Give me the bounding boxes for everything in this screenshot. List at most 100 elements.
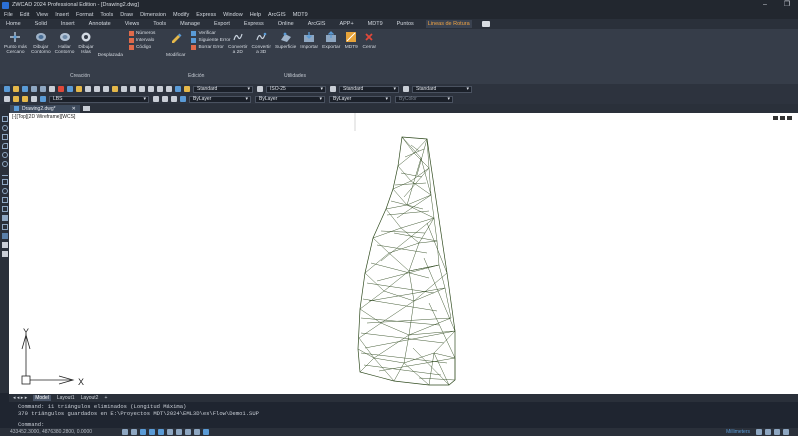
- spline-tool-icon[interactable]: [1, 170, 8, 176]
- superficie-button[interactable]: Superficie: [275, 31, 296, 55]
- mdt9-button[interactable]: MDT9: [344, 31, 358, 55]
- preview-icon[interactable]: [49, 86, 55, 92]
- layer-match-icon[interactable]: [171, 96, 177, 102]
- verificar-button[interactable]: Verificar: [191, 31, 230, 36]
- layout-nav-icon[interactable]: ◂ ◂ ▸ ▸: [13, 395, 27, 401]
- tab-annotate[interactable]: Annotate: [87, 20, 113, 28]
- layer-manager-icon[interactable]: [4, 96, 10, 102]
- tab-insert[interactable]: Insert: [59, 20, 77, 28]
- mleader-style-select[interactable]: Standard ▾: [412, 85, 472, 93]
- viewport-label[interactable]: [-][Top][2D Wireframe][WCS]: [12, 114, 75, 120]
- ribbon-toggle-icon[interactable]: [481, 21, 490, 27]
- copy-icon[interactable]: [67, 86, 73, 92]
- rectangle-tool-icon[interactable]: [1, 134, 8, 140]
- layer-select[interactable]: LBS ▾: [49, 95, 149, 103]
- convertir-3d-button[interactable]: Convertir a 3D: [251, 31, 271, 55]
- zoom-previous-icon[interactable]: [139, 86, 145, 92]
- exportar-button[interactable]: Exportar: [322, 31, 340, 55]
- layer-color-icon[interactable]: [40, 96, 46, 102]
- dibujar-islas-button[interactable]: Dibujar Islas: [78, 31, 94, 58]
- design-center-icon[interactable]: [157, 86, 163, 92]
- tab-arcgis[interactable]: ArcGIS: [306, 20, 328, 28]
- desplazada-button[interactable]: Desplazada: [98, 53, 123, 58]
- menu-dimension[interactable]: Dimension: [140, 12, 166, 18]
- menu-modify[interactable]: Modify: [173, 12, 189, 18]
- properties-icon[interactable]: [148, 86, 154, 92]
- tab-views[interactable]: Views: [123, 20, 142, 28]
- linetype-select[interactable]: ByLayer ▾: [255, 95, 325, 103]
- zoom-icon[interactable]: [121, 86, 127, 92]
- restore-button[interactable]: ❐: [776, 0, 798, 10]
- add-layout-button[interactable]: +: [104, 395, 107, 401]
- doc-tab-drawing2[interactable]: Drawing2.dwg* ✕: [10, 104, 80, 113]
- dynamic-input-icon[interactable]: [203, 429, 210, 435]
- menu-draw[interactable]: Draw: [120, 12, 133, 18]
- close-tab-icon[interactable]: ✕: [72, 106, 76, 112]
- borrar-error-button[interactable]: Borrar Error: [191, 45, 230, 50]
- command-prompt[interactable]: Command:: [18, 421, 798, 428]
- paste-icon[interactable]: [76, 86, 82, 92]
- intervalo-button[interactable]: Intervalo: [128, 38, 155, 43]
- menu-tools[interactable]: Tools: [100, 12, 113, 18]
- lineweight-toggle-icon[interactable]: [176, 429, 183, 435]
- new-icon[interactable]: [4, 86, 10, 92]
- tab-mdt9[interactable]: MDT9: [366, 20, 385, 28]
- circle-tool-icon[interactable]: [1, 125, 8, 131]
- text-style-select[interactable]: Standard ▾: [193, 85, 253, 93]
- polar-toggle-icon[interactable]: [149, 429, 156, 435]
- importar-button[interactable]: Importar: [300, 31, 318, 55]
- lock-ui-icon[interactable]: [774, 429, 780, 435]
- osnap-toggle-icon[interactable]: [158, 429, 165, 435]
- lineweight-select[interactable]: ByLayer ▾: [329, 95, 391, 103]
- save-icon[interactable]: [22, 86, 28, 92]
- pan-icon[interactable]: [112, 86, 118, 92]
- donut-tool-icon[interactable]: [1, 161, 8, 167]
- transparency-toggle-icon[interactable]: [185, 429, 192, 435]
- zoom-window-icon[interactable]: [130, 86, 136, 92]
- tab-online[interactable]: Online: [276, 20, 296, 28]
- tab-solid[interactable]: Solid: [33, 20, 49, 28]
- region-tool-icon[interactable]: [1, 224, 8, 230]
- tab-layout2[interactable]: Layout2: [81, 395, 99, 401]
- color-select[interactable]: ByLayer ▾: [189, 95, 251, 103]
- dim-style-select[interactable]: ISO-25 ▾: [266, 85, 326, 93]
- redo-icon[interactable]: [103, 86, 109, 92]
- table-tool-icon[interactable]: [1, 233, 8, 239]
- workspace-icon[interactable]: [765, 429, 771, 435]
- hatch-tool-icon[interactable]: [1, 215, 8, 221]
- numeros-button[interactable]: Números: [128, 31, 155, 36]
- line-tool-icon[interactable]: [1, 116, 8, 122]
- layer-previous-icon[interactable]: [162, 96, 168, 102]
- calculator-icon[interactable]: [175, 86, 181, 92]
- block-tool-icon[interactable]: [1, 197, 8, 203]
- codigo-button[interactable]: Código: [128, 45, 155, 50]
- tab-lineas-de-rotura[interactable]: Lineas de Rotura: [425, 20, 472, 28]
- drawing-canvas[interactable]: Y X: [9, 113, 798, 394]
- cerrar-button[interactable]: Cerrar: [362, 31, 376, 55]
- revcloud-tool-icon[interactable]: [1, 188, 8, 194]
- tab-tools[interactable]: Tools: [151, 20, 168, 28]
- ellipse-tool-icon[interactable]: [1, 152, 8, 158]
- annotation-scale-icon[interactable]: [756, 429, 762, 435]
- modificar-button[interactable]: Modificar: [166, 31, 185, 58]
- tab-puntos[interactable]: Puntos: [395, 20, 416, 28]
- convertir-2d-button[interactable]: Convertir a 2D: [228, 31, 247, 55]
- mtext-tool-icon[interactable]: [1, 242, 8, 248]
- menu-mdt9[interactable]: MDT9: [293, 12, 308, 18]
- arc-tool-icon[interactable]: [1, 143, 8, 149]
- viewport-restore-icon[interactable]: [780, 116, 785, 120]
- otrack-toggle-icon[interactable]: [167, 429, 174, 435]
- dibujar-contorno-button[interactable]: Dibujar Contorno: [31, 31, 51, 58]
- fullscreen-icon[interactable]: [783, 429, 789, 435]
- units-readout[interactable]: Millimeters: [726, 429, 750, 435]
- menu-file[interactable]: File: [4, 12, 13, 18]
- undo-icon[interactable]: [94, 86, 100, 92]
- layer-on-icon[interactable]: [13, 96, 19, 102]
- open-icon[interactable]: [13, 86, 19, 92]
- matchprop-icon[interactable]: [85, 86, 91, 92]
- layer-freeze-icon[interactable]: [22, 96, 28, 102]
- tab-express[interactable]: Express: [242, 20, 266, 28]
- menu-arcgis[interactable]: ArcGIS: [268, 12, 286, 18]
- hallar-contorno-button[interactable]: Hallar Contorno: [55, 31, 74, 58]
- viewport-minimize-icon[interactable]: [773, 116, 778, 120]
